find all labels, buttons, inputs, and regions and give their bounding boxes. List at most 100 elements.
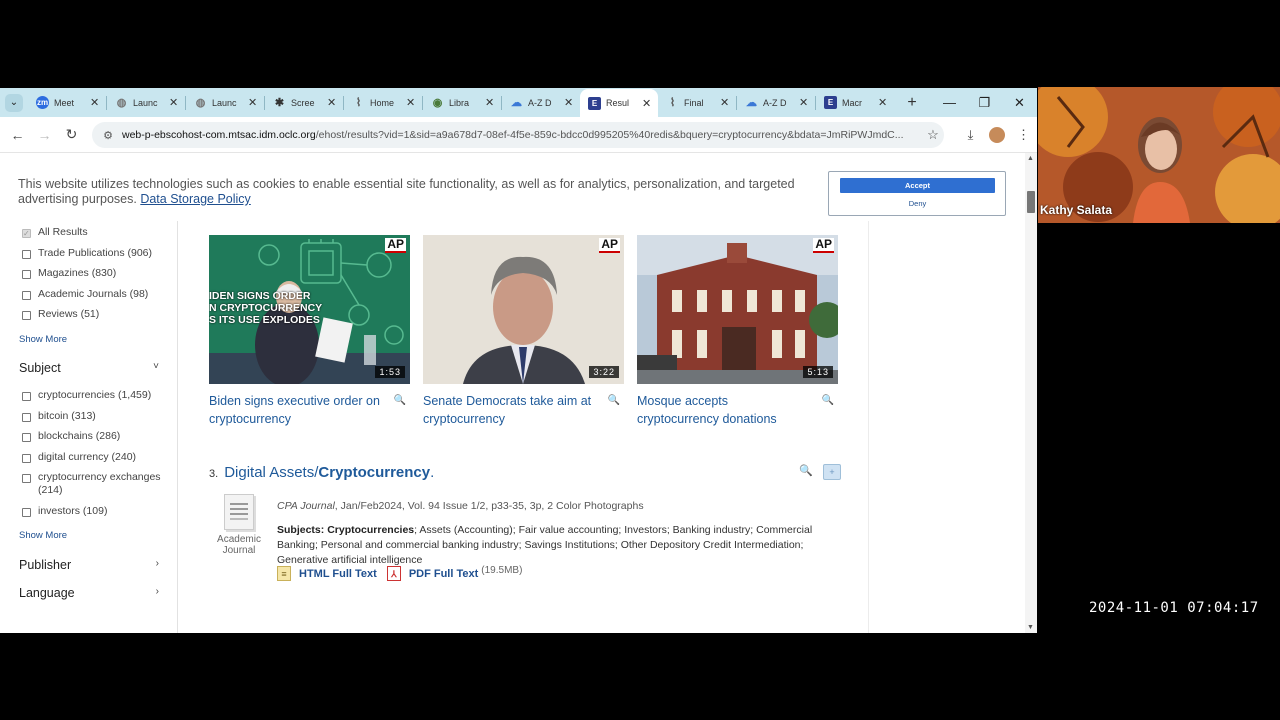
facet-subject-cryptocurrency-exchanges[interactable]: cryptocurrency exchanges (214): [22, 471, 162, 497]
tab-label: Final: [684, 97, 704, 108]
show-more-source-types[interactable]: Show More: [19, 334, 67, 345]
close-tab-icon[interactable]: ✕: [799, 96, 809, 109]
browser-tab[interactable]: ☁ A-Z D ✕: [502, 88, 580, 117]
browser-tab[interactable]: ☁ A-Z D ✕: [737, 88, 815, 117]
address-bar[interactable]: ⚙ web-p-ebscohost-com.mtsac.idm.oclc.org…: [92, 122, 944, 148]
browser-tab[interactable]: ⌇ Final ✕: [658, 88, 736, 117]
pdf-size: (19.5MB): [481, 565, 523, 576]
library-favicon-icon: ◉: [432, 97, 443, 109]
close-tab-icon[interactable]: ✕: [564, 96, 574, 109]
browser-tab[interactable]: zm Meet ✕: [28, 88, 106, 117]
facet-academic-journals[interactable]: Academic Journals (98): [22, 288, 148, 301]
facet-subject-investors[interactable]: investors (109): [22, 505, 107, 518]
language-facet-header[interactable]: Language ›: [19, 586, 159, 600]
checkbox[interactable]: [22, 311, 31, 320]
close-tab-icon[interactable]: ✕: [642, 97, 652, 110]
publisher-facet-header[interactable]: Publisher ›: [19, 558, 159, 572]
preview-magnifier-icon[interactable]: 🔍: [797, 464, 815, 480]
browser-tab[interactable]: ◉ Libra ✕: [423, 88, 501, 117]
video-result[interactable]: AP 3:22 Senate Democrats take aim at cry…: [423, 235, 624, 428]
restore-icon[interactable]: ❐: [967, 88, 1002, 117]
cookie-choice-box: Accept Deny: [828, 171, 1006, 216]
minimize-icon[interactable]: —: [932, 88, 967, 117]
bookmark-star-icon[interactable]: ☆: [922, 127, 944, 143]
site-info-icon[interactable]: ⚙: [100, 127, 116, 143]
checkbox[interactable]: [22, 433, 31, 442]
back-button[interactable]: ←: [4, 127, 31, 143]
checkbox[interactable]: [22, 250, 31, 259]
html-full-text-link[interactable]: HTML Full Text: [299, 568, 377, 580]
checkbox[interactable]: [22, 291, 31, 300]
deny-button[interactable]: Deny: [840, 197, 995, 211]
checkbox[interactable]: [22, 227, 31, 240]
cookie-text: This website utilizes technologies such …: [18, 177, 795, 206]
preview-magnifier-icon[interactable]: 🔍: [608, 395, 620, 406]
browser-tab[interactable]: ⌇ Home ✕: [344, 88, 422, 117]
facet-reviews[interactable]: Reviews (51): [22, 308, 99, 321]
close-tab-icon[interactable]: ✕: [485, 96, 495, 109]
facet-subject-bitcoin[interactable]: bitcoin (313): [22, 410, 96, 423]
subject-facet-header[interactable]: Subject ˅: [19, 361, 159, 375]
result-title[interactable]: 3. Digital Assets/Cryptocurrency.: [209, 464, 849, 481]
checkbox[interactable]: [22, 413, 31, 422]
video-title-link[interactable]: Biden signs executive order on cryptocur…: [209, 392, 384, 428]
video-title-link[interactable]: Senate Democrats take aim at cryptocurre…: [423, 392, 598, 428]
video-thumbnail[interactable]: AP 5:13: [637, 235, 838, 384]
close-tab-icon[interactable]: ✕: [90, 96, 100, 109]
close-tab-icon[interactable]: ✕: [327, 96, 337, 109]
scrollbar-thumb[interactable]: [1027, 191, 1035, 213]
checkbox[interactable]: [22, 270, 31, 279]
close-tab-icon[interactable]: ✕: [406, 96, 416, 109]
facet-subject-blockchains[interactable]: blockchains (286): [22, 430, 120, 443]
facet-subject-digital-currency[interactable]: digital currency (240): [22, 451, 136, 464]
checkbox[interactable]: [22, 508, 31, 517]
show-more-subjects[interactable]: Show More: [19, 530, 67, 541]
video-thumbnail[interactable]: IDEN SIGNS ORDER N CRYPTOCURRENCY S ITS …: [209, 235, 410, 384]
tab-search-button[interactable]: ⌄: [0, 88, 28, 117]
video-result[interactable]: IDEN SIGNS ORDER N CRYPTOCURRENCY S ITS …: [209, 235, 410, 428]
chevron-right-icon: ›: [155, 558, 159, 569]
scroll-down-icon[interactable]: ▼: [1027, 624, 1034, 631]
accept-button[interactable]: Accept: [840, 178, 995, 193]
data-storage-policy-link[interactable]: Data Storage Policy: [140, 192, 250, 206]
reload-button[interactable]: ↻: [58, 126, 85, 143]
checkbox[interactable]: [22, 454, 31, 463]
video-result[interactable]: AP 5:13 Mosque accepts cryptocurrency do…: [637, 235, 838, 428]
close-tab-icon[interactable]: ✕: [720, 96, 730, 109]
preview-magnifier-icon[interactable]: 🔍: [822, 395, 834, 406]
menu-kebab-icon[interactable]: ⋮: [1010, 127, 1037, 143]
preview-magnifier-icon[interactable]: 🔍: [394, 395, 406, 406]
tab-label: A-Z D: [528, 97, 552, 108]
pdf-full-text-link[interactable]: PDF Full Text: [409, 568, 478, 580]
close-tab-icon[interactable]: ✕: [169, 96, 179, 109]
close-tab-icon[interactable]: ✕: [248, 96, 258, 109]
forward-button[interactable]: →: [31, 127, 58, 143]
ap-badge: AP: [599, 237, 620, 253]
participant-name: Kathy Salata: [1040, 203, 1113, 217]
close-tab-icon[interactable]: ✕: [878, 96, 888, 109]
browser-tab[interactable]: E Resul ✕: [580, 89, 658, 117]
gear-favicon-icon: ✱: [274, 97, 285, 109]
profile-avatar[interactable]: [989, 127, 1005, 143]
scroll-up-icon[interactable]: ▲: [1027, 155, 1034, 162]
browser-tab[interactable]: E Macr ✕: [816, 88, 894, 117]
video-thumbnail[interactable]: AP 3:22: [423, 235, 624, 384]
checkbox[interactable]: [22, 474, 31, 483]
close-window-icon[interactable]: ✕: [1002, 88, 1037, 117]
download-icon[interactable]: ⤓: [957, 127, 984, 143]
browser-tab[interactable]: ◍ Launc ✕: [186, 88, 264, 117]
tab-label: Home: [370, 97, 395, 108]
tab-label: Macr: [842, 97, 862, 108]
facet-all-results[interactable]: All Results: [22, 226, 88, 240]
facet-subject-cryptocurrencies[interactable]: cryptocurrencies (1,459): [22, 389, 151, 402]
url-text[interactable]: web-p-ebscohost-com.mtsac.idm.oclc.org/e…: [122, 129, 922, 141]
facet-trade-publications[interactable]: Trade Publications (906): [22, 247, 152, 260]
browser-tab[interactable]: ◍ Launc ✕: [107, 88, 185, 117]
facet-magazines[interactable]: Magazines (830): [22, 267, 116, 280]
add-to-folder-icon[interactable]: +: [823, 464, 841, 480]
video-title-link[interactable]: Mosque accepts cryptocurrency donations: [637, 392, 812, 428]
new-tab-button[interactable]: +: [900, 94, 924, 112]
checkbox[interactable]: [22, 392, 31, 401]
browser-tab[interactable]: ✱ Scree ✕: [265, 88, 343, 117]
page-scrollbar[interactable]: ▲ ▼: [1025, 153, 1037, 633]
